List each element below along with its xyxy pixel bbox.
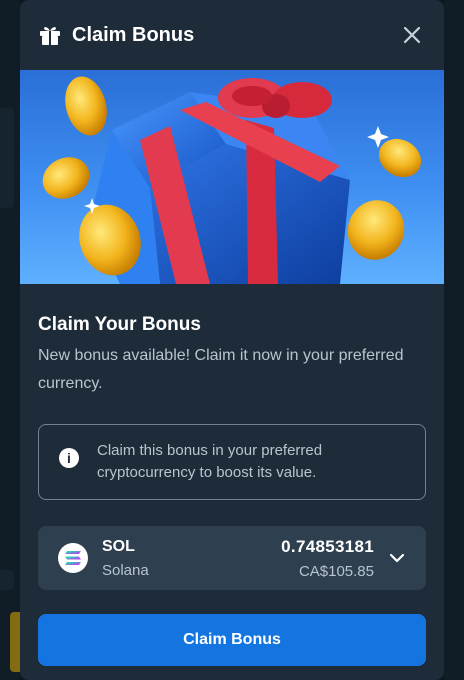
- modal-header: Claim Bonus: [20, 0, 444, 70]
- info-text: Claim this bonus in your preferred crypt…: [97, 442, 323, 481]
- claim-bonus-modal: Claim Bonus Claim Your Bonus New bonus a…: [20, 0, 444, 680]
- close-icon[interactable]: [402, 25, 422, 45]
- claim-heading: Claim Your Bonus: [38, 314, 201, 335]
- currency-select[interactable]: SOL Solana 0.74853181 CA$105.85: [38, 526, 426, 590]
- info-box: i Claim this bonus in your preferred cry…: [38, 424, 426, 500]
- claim-description: New bonus available! Claim it now in you…: [38, 347, 404, 392]
- bonus-banner-image: [20, 70, 444, 284]
- close-button[interactable]: [398, 21, 426, 49]
- gift-icon: [38, 23, 62, 47]
- modal-title: Claim Bonus: [72, 23, 195, 46]
- info-icon: i: [59, 448, 79, 468]
- currency-name: Solana: [102, 561, 149, 579]
- bonus-amount: 0.74853181: [281, 536, 374, 556]
- bonus-fiat-value: CA$105.85: [298, 562, 374, 580]
- chevron-down-icon[interactable]: [388, 549, 406, 567]
- solana-logo-icon: [58, 543, 88, 573]
- claim-bonus-button[interactable]: Claim Bonus: [38, 614, 426, 666]
- currency-code: SOL: [102, 537, 135, 555]
